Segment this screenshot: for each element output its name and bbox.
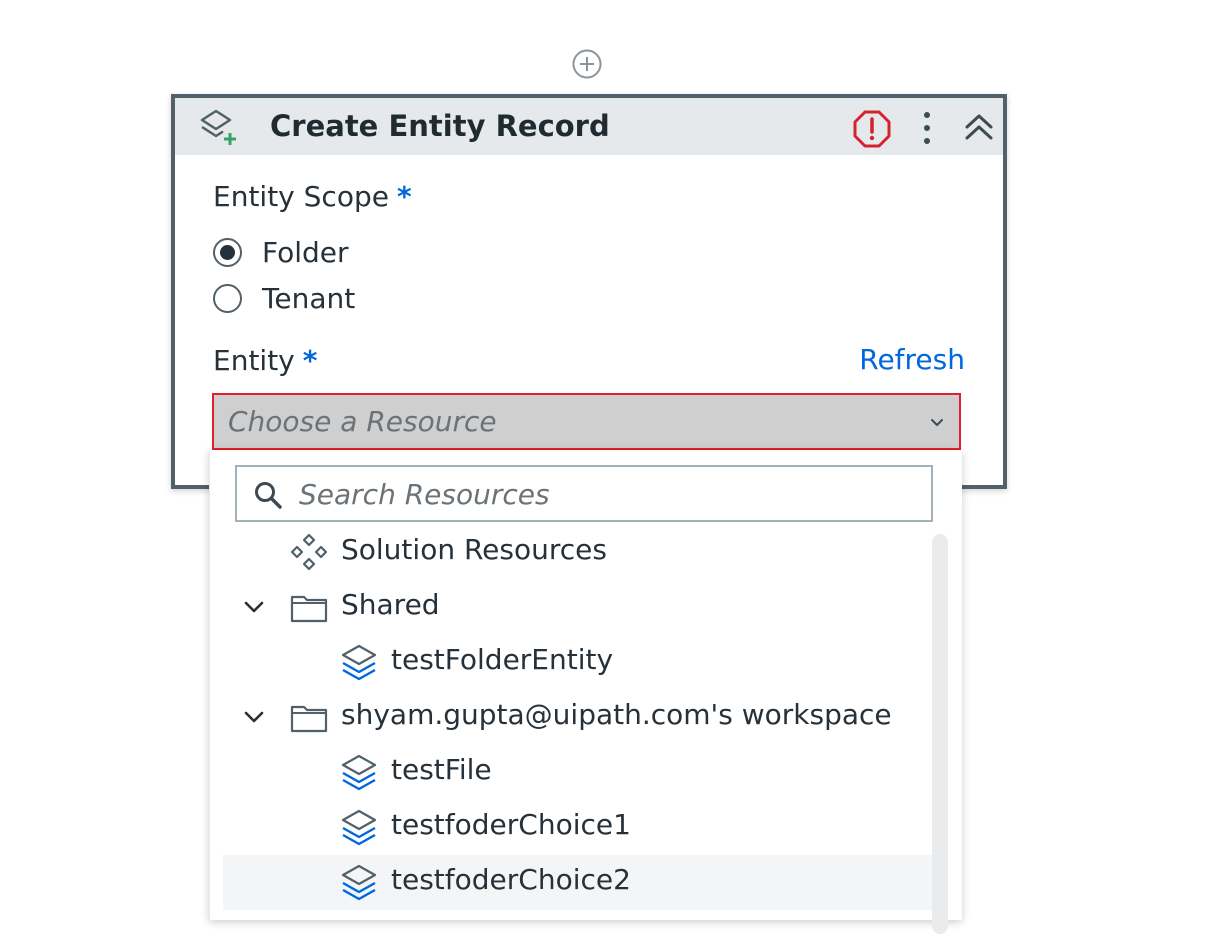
tree-item-row[interactable]: Solution Resources: [223, 525, 932, 580]
entity-dropdown[interactable]: Choose a Resource: [212, 393, 961, 450]
dropdown-placeholder: Choose a Resource: [228, 405, 497, 438]
tree-item-label: testfoderChoice2: [391, 863, 631, 896]
radio-tenant-button[interactable]: [213, 283, 242, 313]
tree-item-row[interactable]: testfoderChoice2: [223, 855, 932, 910]
tree-item-label: Shared: [341, 588, 440, 621]
radio-folder[interactable]: Folder: [213, 232, 349, 272]
create-entity-icon: [200, 109, 236, 145]
entity-icon: [341, 864, 377, 901]
tree-item-label: testFile: [391, 753, 492, 786]
chevron-down-icon: [931, 419, 943, 426]
expand-chevron-icon[interactable]: [241, 594, 267, 620]
required-mark: *: [302, 344, 318, 377]
collapse-icon[interactable]: [962, 110, 996, 144]
resource-popup: Solution Resources Shared testFolderEntity…: [209, 450, 962, 934]
solution-resources-icon: [290, 533, 328, 571]
radio-tenant-label: Tenant: [262, 281, 356, 315]
tree-item-label: Solution Resources: [341, 533, 607, 566]
add-activity-icon[interactable]: [571, 48, 603, 80]
entity-icon: [341, 809, 377, 846]
folder-icon: [290, 595, 328, 623]
entity-text: Entity: [213, 344, 295, 377]
card-title: Create Entity Record: [270, 109, 610, 143]
tree-item-row[interactable]: testfoderChoice1: [223, 800, 932, 855]
radio-folder-button[interactable]: [213, 237, 242, 267]
tree-folder-row[interactable]: shyam.gupta@uipath.com's workspace: [223, 690, 932, 745]
search-icon: [255, 482, 282, 509]
search-input[interactable]: [297, 473, 921, 515]
radio-tenant[interactable]: Tenant: [213, 278, 355, 318]
entity-label: Entity *: [213, 344, 317, 377]
tree-item-label: testFolderEntity: [391, 643, 614, 676]
expand-chevron-icon[interactable]: [241, 704, 267, 730]
entity-icon: [341, 644, 377, 681]
refresh-link[interactable]: Refresh: [859, 343, 965, 376]
error-icon[interactable]: [852, 109, 892, 149]
tree-item-row[interactable]: testFile: [223, 745, 932, 800]
more-options-icon[interactable]: [917, 107, 937, 149]
entity-icon: [341, 754, 377, 791]
entity-scope-text: Entity Scope: [213, 180, 389, 213]
tree-item-label: shyam.gupta@uipath.com's workspace: [341, 698, 892, 731]
search-box: [235, 465, 933, 522]
radio-folder-label: Folder: [262, 235, 349, 269]
required-mark: *: [396, 180, 412, 213]
scrollbar[interactable]: [932, 534, 948, 934]
tree-folder-row[interactable]: Shared: [223, 580, 932, 635]
card-header[interactable]: Create Entity Record: [175, 98, 1003, 155]
entity-scope-label: Entity Scope *: [213, 180, 412, 213]
folder-icon: [290, 705, 328, 733]
tree-item-label: testfoderChoice1: [391, 808, 631, 841]
tree-item-row[interactable]: testFolderEntity: [223, 635, 932, 690]
